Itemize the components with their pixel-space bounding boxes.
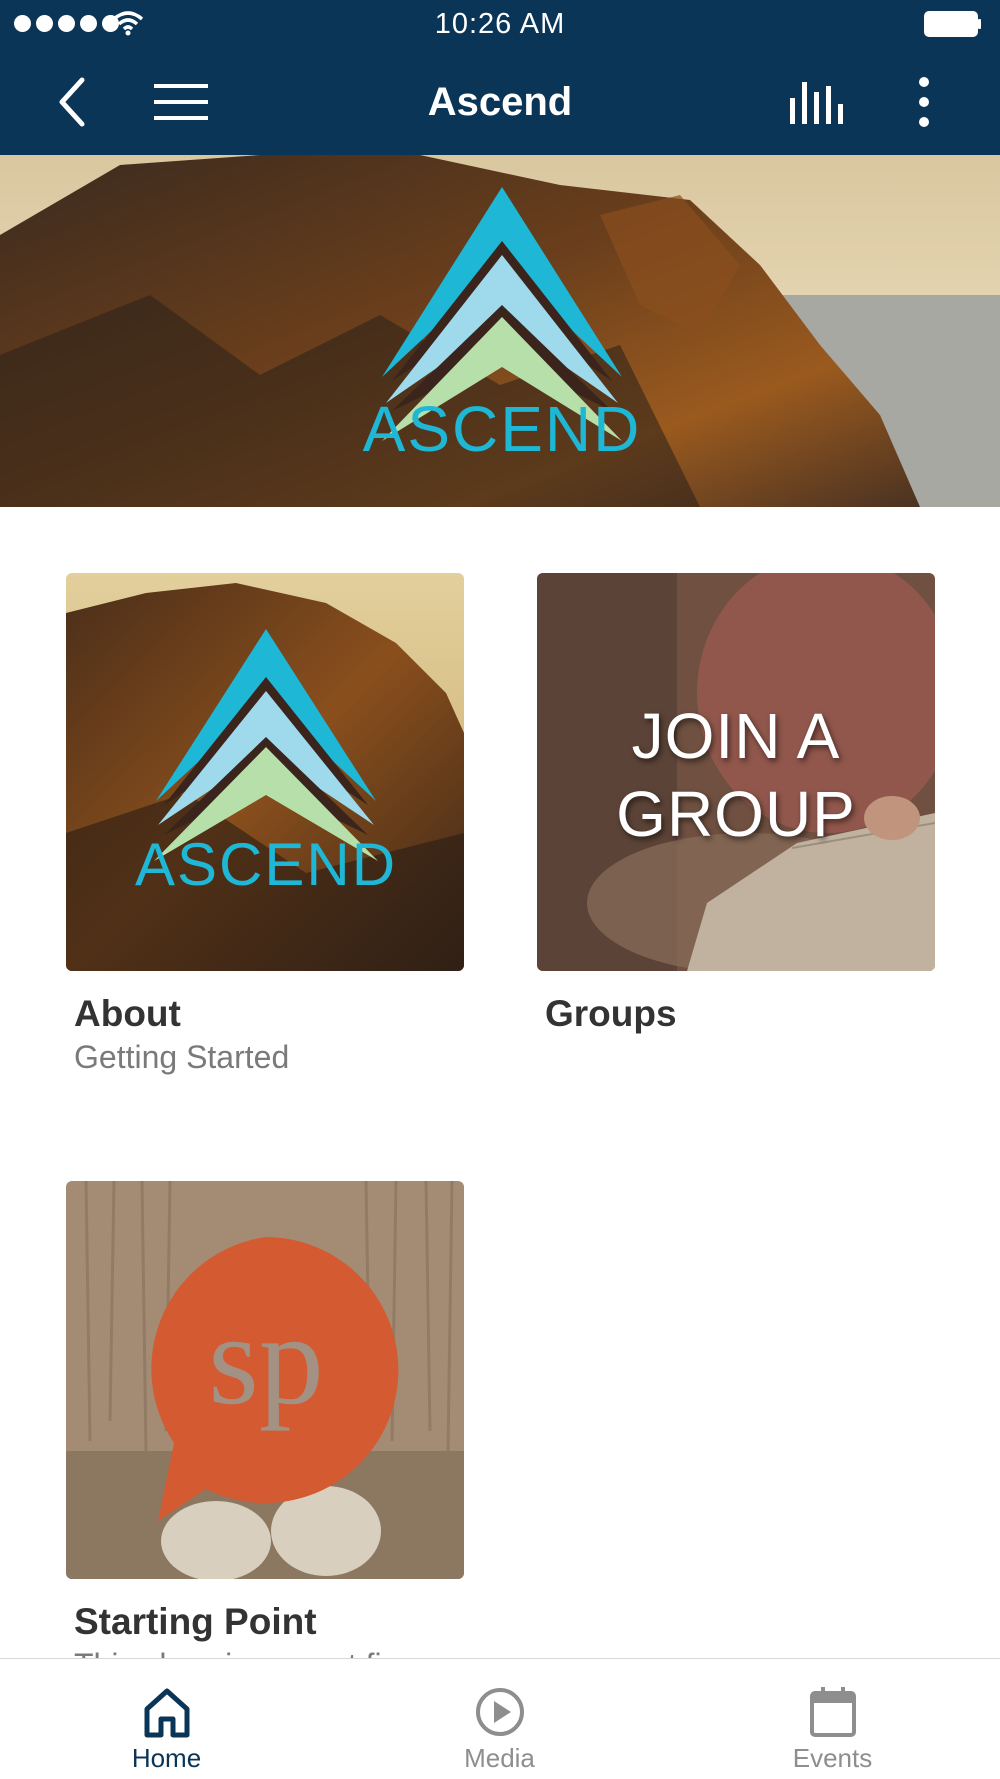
- tile-title: Groups: [545, 993, 677, 1034]
- hero-mountain-image: ASCEND: [0, 155, 1000, 507]
- status-time: 10:26 AM: [434, 8, 566, 40]
- equalizer-bars-icon[interactable]: [786, 78, 846, 126]
- page-title: Ascend: [427, 80, 573, 124]
- vertical-dots-icon[interactable]: [906, 74, 942, 130]
- tab-label: Events: [792, 1743, 873, 1773]
- tab-bar: Home Media Events: [0, 1658, 1000, 1779]
- join-group-line2: GROUP: [616, 778, 856, 850]
- tile-groups-image: JOIN A GROUP: [537, 573, 935, 971]
- hero-logo-text: ASCEND: [363, 393, 642, 465]
- tile-about-image: ASCEND: [66, 573, 464, 971]
- tile-about-logo-text: ASCEND: [135, 831, 397, 898]
- sp-logo-text: sp: [208, 1288, 324, 1432]
- tile-starting-point-image: sp: [66, 1181, 464, 1579]
- home-icon: [144, 1688, 190, 1738]
- status-bar: 10:26 AM: [0, 0, 1000, 50]
- hero-banner: ASCEND: [0, 155, 1000, 507]
- play-circle-icon: [476, 1688, 524, 1736]
- tab-media[interactable]: Media: [333, 1659, 666, 1779]
- tile-starting-point[interactable]: sp Starting Point This class is a great …: [66, 1181, 464, 1684]
- tile-groups[interactable]: JOIN A GROUP Groups: [537, 573, 935, 1035]
- tile-title: About: [74, 993, 181, 1034]
- join-group-line1: JOIN A: [631, 700, 841, 772]
- tab-events[interactable]: Events: [666, 1659, 999, 1779]
- tile-title: Starting Point: [74, 1601, 317, 1642]
- tab-home[interactable]: Home: [0, 1659, 333, 1779]
- tab-label: Media: [464, 1743, 535, 1773]
- battery-icon: [924, 11, 981, 37]
- nav-bar: Ascend: [0, 50, 1000, 155]
- join-group-text: JOIN A GROUP: [537, 697, 935, 853]
- tile-subtitle: Getting Started: [74, 1039, 290, 1075]
- calendar-icon: [810, 1687, 856, 1737]
- tab-label: Home: [131, 1743, 202, 1773]
- tile-about[interactable]: ASCEND About Getting Started: [66, 573, 464, 1076]
